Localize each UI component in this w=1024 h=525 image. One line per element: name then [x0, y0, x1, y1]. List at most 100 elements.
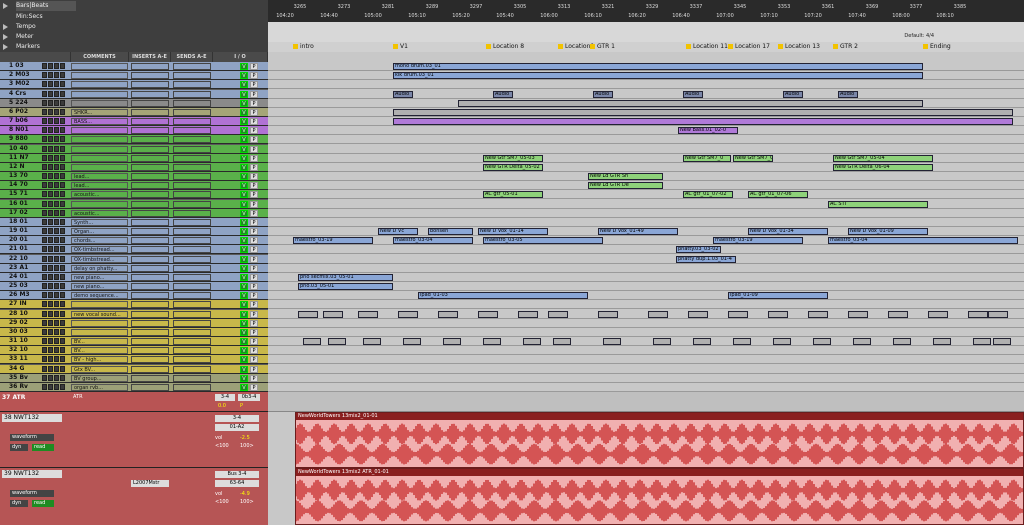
track-lane[interactable] [268, 255, 1024, 264]
timeline-area[interactable]: 3265 3273 3281 3289 3297 3305 3313 3321 3329 3337… [268, 0, 1024, 525]
insert-slot[interactable] [131, 264, 169, 272]
input-monitor-button[interactable] [48, 163, 53, 170]
audio-clip[interactable] [688, 310, 708, 318]
insert-slot[interactable] [131, 90, 169, 98]
io-voice-indicator[interactable]: V [240, 328, 248, 336]
track-39-name[interactable]: 39 NWT132 [2, 470, 62, 478]
io-output-indicator[interactable]: P [250, 154, 258, 162]
send-slot[interactable] [173, 81, 211, 89]
track-name[interactable]: 9 880 [9, 135, 41, 143]
send-slot[interactable] [173, 328, 211, 336]
solo-button[interactable] [54, 273, 59, 280]
audio-clip[interactable]: maestro_03-19 [293, 237, 373, 245]
mute-button[interactable] [60, 173, 65, 179]
ruler-bars-beats[interactable]: Bars|Beats [16, 1, 76, 11]
audio-clip[interactable] [988, 310, 1008, 318]
track-lane[interactable] [268, 218, 1024, 227]
io-voice-indicator[interactable]: V [240, 173, 248, 180]
audio-clip[interactable]: AC STI [828, 200, 928, 208]
track-name[interactable]: 28 10 [9, 310, 41, 318]
audio-clip[interactable] [888, 310, 908, 318]
mute-button[interactable] [60, 72, 65, 79]
mute-button[interactable] [60, 127, 65, 134]
solo-button[interactable] [54, 154, 59, 161]
audio-clip[interactable] [393, 118, 1013, 125]
input-monitor-button[interactable] [48, 356, 53, 363]
send-slot[interactable] [173, 99, 211, 107]
track-comment[interactable]: lead... [71, 182, 128, 190]
mute-button[interactable] [60, 90, 65, 97]
meter-lane[interactable]: Default: 4/4 [268, 32, 1024, 42]
insert-slot[interactable] [131, 99, 169, 107]
audio-clip[interactable] [993, 338, 1011, 345]
record-button[interactable] [42, 356, 47, 363]
record-button[interactable] [42, 228, 47, 234]
track-comment[interactable]: lead... [71, 173, 128, 180]
track-name[interactable]: 2 M03 [9, 71, 41, 79]
track-row[interactable]: 13 70 lead... V P [0, 172, 268, 182]
expand-arrow-icon[interactable] [3, 34, 8, 40]
track-row[interactable]: 35 Bv BV group... V P [0, 373, 268, 383]
solo-button[interactable] [54, 90, 59, 97]
io-output-indicator[interactable]: P [250, 118, 258, 125]
track-name[interactable]: 22 10 [9, 255, 41, 263]
track-name[interactable]: 10 40 [9, 145, 41, 153]
audio-clip[interactable] [398, 310, 418, 318]
send-slot[interactable] [173, 338, 211, 345]
input-monitor-button[interactable] [48, 99, 53, 106]
record-button[interactable] [42, 273, 47, 280]
io-output-indicator[interactable]: P [250, 338, 258, 345]
send-slot[interactable] [173, 228, 211, 235]
track-39-pan-right[interactable]: 100> [240, 499, 254, 505]
track-row[interactable]: 8 N01 V P [0, 126, 268, 136]
track-lane[interactable] [268, 80, 1024, 90]
record-button[interactable] [42, 154, 47, 161]
tempo-lane[interactable] [268, 22, 1024, 32]
io-voice-indicator[interactable]: V [240, 90, 248, 98]
track-name[interactable]: 34 G [9, 365, 41, 373]
input-monitor-button[interactable] [48, 301, 53, 308]
solo-button[interactable] [54, 374, 59, 381]
marker[interactable]: Location 11 [686, 42, 728, 52]
insert-slot[interactable] [131, 328, 169, 336]
solo-button[interactable] [54, 356, 59, 363]
track-row[interactable]: 30 03 V P [0, 327, 268, 337]
solo-button[interactable] [54, 81, 59, 88]
audio-clip[interactable] [403, 338, 421, 345]
track-name[interactable]: 11 N7 [9, 154, 41, 162]
expand-arrow-icon[interactable] [3, 3, 8, 9]
mute-button[interactable] [60, 136, 65, 143]
record-button[interactable] [42, 383, 47, 390]
track-name[interactable]: 25 03 [9, 282, 41, 290]
atr-volume[interactable]: 0.0 [218, 403, 226, 409]
mute-button[interactable] [60, 182, 65, 189]
audio-clip[interactable]: maestro_03-04 [828, 237, 1018, 245]
track-comment[interactable]: acoustic... [71, 191, 128, 199]
audio-clip[interactable] [728, 310, 748, 318]
io-output-indicator[interactable]: P [250, 383, 258, 391]
audio-clip[interactable] [478, 310, 498, 318]
marker[interactable]: V1 [393, 42, 408, 52]
io-output-indicator[interactable]: P [250, 127, 258, 135]
track-comment[interactable]: acoustic... [71, 209, 128, 217]
audio-clip[interactable]: New D Vox_01-34 [748, 228, 828, 235]
record-button[interactable] [42, 347, 47, 354]
mute-button[interactable] [60, 81, 65, 88]
solo-button[interactable] [54, 301, 59, 308]
record-button[interactable] [42, 264, 47, 271]
track-38[interactable]: 38 NWT132 waveform dyn read 3-4 01-A2 vo… [0, 412, 268, 468]
input-monitor-button[interactable] [48, 255, 53, 262]
mute-button[interactable] [60, 200, 65, 207]
audio-clip[interactable]: New Bass.01_02-0 [678, 127, 738, 135]
insert-slot[interactable] [131, 182, 169, 190]
send-slot[interactable] [173, 264, 211, 272]
insert-slot[interactable] [131, 127, 169, 135]
audio-clip[interactable]: New Ld GTR De [588, 182, 663, 190]
mute-button[interactable] [60, 63, 65, 69]
audio-clip[interactable]: Audio [493, 90, 513, 98]
track-row[interactable]: 26 M3 demo sequence... V P [0, 291, 268, 301]
io-voice-indicator[interactable]: V [240, 163, 248, 171]
audio-clip[interactable]: AC gtr_01_07-02 [683, 191, 733, 199]
atr-track-name[interactable]: 37 ATR [2, 394, 25, 401]
record-button[interactable] [42, 237, 47, 244]
